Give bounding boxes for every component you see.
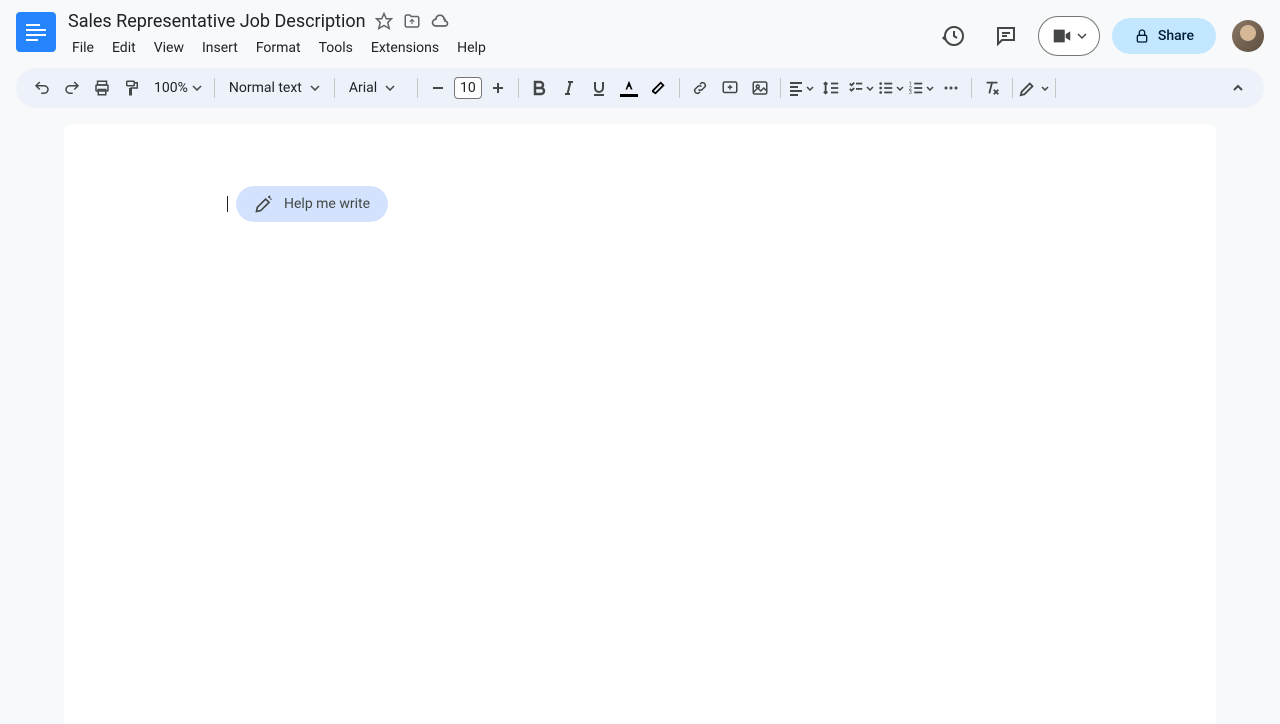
font-select[interactable]: Arial [341, 80, 411, 96]
redo-button[interactable] [58, 74, 86, 102]
chevron-down-icon [310, 83, 320, 93]
separator [334, 78, 335, 98]
cloud-saved-icon[interactable] [430, 11, 450, 31]
help-me-write-chip[interactable]: Help me write [236, 186, 388, 222]
more-options-button[interactable] [937, 74, 965, 102]
zoom-value: 100% [154, 80, 188, 96]
toolbar: 100% Normal text Arial [16, 68, 1264, 108]
meet-button[interactable] [1038, 16, 1100, 56]
separator [780, 78, 781, 98]
font-size-input[interactable] [454, 77, 482, 99]
separator [971, 78, 972, 98]
add-comment-button[interactable] [716, 74, 744, 102]
paragraph-style-select[interactable]: Normal text [221, 80, 328, 96]
chevron-down-icon [385, 83, 395, 93]
increase-font-size-button[interactable] [484, 74, 512, 102]
decrease-font-size-button[interactable] [424, 74, 452, 102]
title-area: Sales Representative Job Description Fil… [68, 8, 934, 60]
menu-edit[interactable]: Edit [104, 36, 144, 60]
text-cursor [227, 196, 228, 212]
separator [1012, 78, 1013, 98]
menu-format[interactable]: Format [248, 36, 309, 60]
move-folder-icon[interactable] [402, 11, 422, 31]
collapse-toolbar-button[interactable] [1224, 74, 1252, 102]
bold-button[interactable] [525, 74, 553, 102]
magic-pencil-icon [254, 194, 274, 214]
menu-file[interactable]: File [68, 36, 102, 60]
zoom-select[interactable]: 100% [148, 80, 208, 96]
lock-icon [1134, 28, 1150, 44]
document-title[interactable]: Sales Representative Job Description [68, 11, 366, 32]
share-label: Share [1158, 28, 1194, 44]
line-spacing-button[interactable] [817, 74, 845, 102]
user-avatar[interactable] [1232, 20, 1264, 52]
menu-insert[interactable]: Insert [194, 36, 246, 60]
bullet-list-button[interactable] [877, 74, 905, 102]
svg-text:3: 3 [909, 90, 912, 96]
menu-tools[interactable]: Tools [311, 36, 361, 60]
separator [1055, 78, 1056, 98]
insert-link-button[interactable] [686, 74, 714, 102]
document-canvas[interactable]: Help me write [64, 124, 1216, 724]
underline-button[interactable] [585, 74, 613, 102]
share-button[interactable]: Share [1112, 18, 1216, 54]
help-write-label: Help me write [284, 196, 370, 212]
menu-help[interactable]: Help [449, 36, 494, 60]
editing-mode-button[interactable] [1019, 74, 1049, 102]
version-history-icon[interactable] [934, 16, 974, 56]
menu-view[interactable]: View [146, 36, 192, 60]
font-value: Arial [349, 80, 377, 96]
separator [417, 78, 418, 98]
highlight-color-button[interactable] [645, 74, 673, 102]
menu-extensions[interactable]: Extensions [363, 36, 447, 60]
print-button[interactable] [88, 74, 116, 102]
italic-button[interactable] [555, 74, 583, 102]
docs-logo-icon[interactable] [16, 12, 56, 52]
paint-format-button[interactable] [118, 74, 146, 102]
numbered-list-button[interactable]: 123 [907, 74, 935, 102]
chevron-down-icon [1077, 31, 1087, 41]
style-value: Normal text [229, 80, 302, 96]
clear-formatting-button[interactable] [978, 74, 1006, 102]
separator [518, 78, 519, 98]
checklist-button[interactable] [847, 74, 875, 102]
separator [679, 78, 680, 98]
app-header: Sales Representative Job Description Fil… [0, 0, 1280, 60]
text-color-button[interactable] [615, 74, 643, 102]
header-actions: Share [934, 16, 1264, 56]
undo-button[interactable] [28, 74, 56, 102]
chevron-down-icon [192, 83, 202, 93]
align-button[interactable] [787, 74, 815, 102]
insert-image-button[interactable] [746, 74, 774, 102]
comments-icon[interactable] [986, 16, 1026, 56]
star-icon[interactable] [374, 11, 394, 31]
separator [214, 78, 215, 98]
menu-bar: File Edit View Insert Format Tools Exten… [68, 36, 934, 60]
